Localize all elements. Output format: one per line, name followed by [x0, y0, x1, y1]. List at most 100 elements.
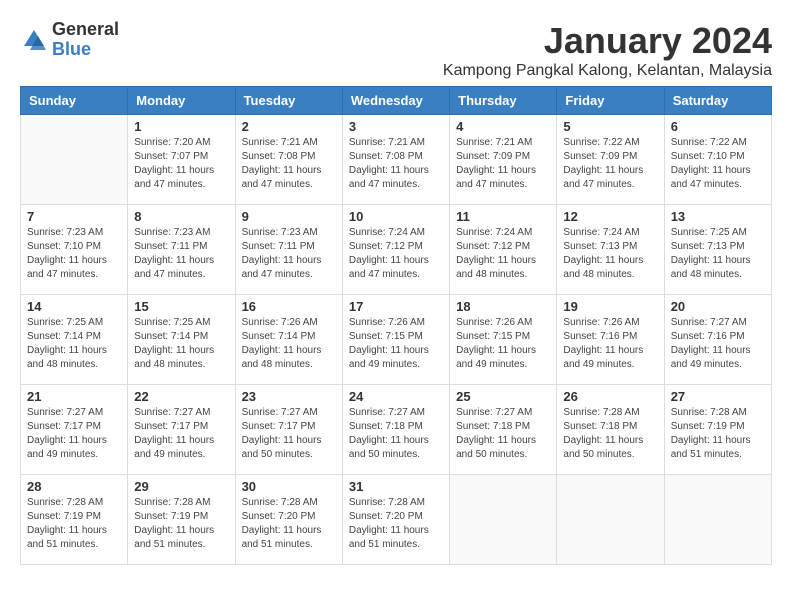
sunset-text: Sunset: 7:16 PM	[563, 331, 637, 342]
daylight-text: Daylight: 11 hours and 50 minutes.	[563, 435, 643, 460]
calendar-week-row: 28 Sunrise: 7:28 AM Sunset: 7:19 PM Dayl…	[21, 475, 772, 565]
header-friday: Friday	[557, 87, 664, 115]
daylight-text: Daylight: 11 hours and 51 minutes.	[134, 525, 214, 550]
daylight-text: Daylight: 11 hours and 49 minutes.	[349, 345, 429, 370]
day-info: Sunrise: 7:22 AM Sunset: 7:09 PM Dayligh…	[563, 136, 657, 192]
day-info: Sunrise: 7:20 AM Sunset: 7:07 PM Dayligh…	[134, 136, 228, 192]
table-row	[450, 475, 557, 565]
sunrise-text: Sunrise: 7:26 AM	[242, 317, 318, 328]
sunset-text: Sunset: 7:14 PM	[27, 331, 101, 342]
day-number: 19	[563, 299, 657, 314]
day-info: Sunrise: 7:25 AM Sunset: 7:14 PM Dayligh…	[27, 316, 121, 372]
day-info: Sunrise: 7:28 AM Sunset: 7:20 PM Dayligh…	[349, 496, 443, 552]
day-number: 26	[563, 389, 657, 404]
sunrise-text: Sunrise: 7:27 AM	[349, 407, 425, 418]
day-info: Sunrise: 7:23 AM Sunset: 7:11 PM Dayligh…	[242, 226, 336, 282]
table-row: 21 Sunrise: 7:27 AM Sunset: 7:17 PM Dayl…	[21, 385, 128, 475]
day-info: Sunrise: 7:23 AM Sunset: 7:10 PM Dayligh…	[27, 226, 121, 282]
daylight-text: Daylight: 11 hours and 49 minutes.	[134, 435, 214, 460]
day-number: 21	[27, 389, 121, 404]
daylight-text: Daylight: 11 hours and 47 minutes.	[134, 255, 214, 280]
weekday-header-row: Sunday Monday Tuesday Wednesday Thursday…	[21, 87, 772, 115]
daylight-text: Daylight: 11 hours and 48 minutes.	[563, 255, 643, 280]
day-info: Sunrise: 7:28 AM Sunset: 7:18 PM Dayligh…	[563, 406, 657, 462]
table-row: 2 Sunrise: 7:21 AM Sunset: 7:08 PM Dayli…	[235, 115, 342, 205]
daylight-text: Daylight: 11 hours and 48 minutes.	[456, 255, 536, 280]
sunrise-text: Sunrise: 7:23 AM	[242, 227, 318, 238]
sunrise-text: Sunrise: 7:24 AM	[563, 227, 639, 238]
sunset-text: Sunset: 7:15 PM	[349, 331, 423, 342]
sunset-text: Sunset: 7:12 PM	[456, 241, 530, 252]
sunset-text: Sunset: 7:11 PM	[242, 241, 315, 252]
sunrise-text: Sunrise: 7:28 AM	[349, 497, 425, 508]
daylight-text: Daylight: 11 hours and 47 minutes.	[27, 255, 107, 280]
daylight-text: Daylight: 11 hours and 49 minutes.	[456, 345, 536, 370]
day-info: Sunrise: 7:27 AM Sunset: 7:17 PM Dayligh…	[242, 406, 336, 462]
table-row: 23 Sunrise: 7:27 AM Sunset: 7:17 PM Dayl…	[235, 385, 342, 475]
table-row: 17 Sunrise: 7:26 AM Sunset: 7:15 PM Dayl…	[342, 295, 449, 385]
table-row	[557, 475, 664, 565]
page-header: General Blue January 2024 Kampong Pangka…	[20, 20, 772, 80]
table-row: 11 Sunrise: 7:24 AM Sunset: 7:12 PM Dayl…	[450, 205, 557, 295]
day-info: Sunrise: 7:22 AM Sunset: 7:10 PM Dayligh…	[671, 136, 765, 192]
sunset-text: Sunset: 7:15 PM	[456, 331, 530, 342]
sunset-text: Sunset: 7:20 PM	[242, 511, 316, 522]
day-number: 10	[349, 209, 443, 224]
logo-text: General Blue	[52, 20, 119, 60]
sunrise-text: Sunrise: 7:20 AM	[134, 137, 210, 148]
table-row: 31 Sunrise: 7:28 AM Sunset: 7:20 PM Dayl…	[342, 475, 449, 565]
sunset-text: Sunset: 7:16 PM	[671, 331, 745, 342]
day-number: 27	[671, 389, 765, 404]
daylight-text: Daylight: 11 hours and 47 minutes.	[242, 255, 322, 280]
daylight-text: Daylight: 11 hours and 47 minutes.	[349, 255, 429, 280]
table-row	[21, 115, 128, 205]
sunset-text: Sunset: 7:18 PM	[563, 421, 637, 432]
sunrise-text: Sunrise: 7:23 AM	[134, 227, 210, 238]
sunrise-text: Sunrise: 7:28 AM	[671, 407, 747, 418]
table-row: 29 Sunrise: 7:28 AM Sunset: 7:19 PM Dayl…	[128, 475, 235, 565]
sunrise-text: Sunrise: 7:27 AM	[456, 407, 532, 418]
day-number: 1	[134, 119, 228, 134]
day-info: Sunrise: 7:27 AM Sunset: 7:18 PM Dayligh…	[456, 406, 550, 462]
day-number: 24	[349, 389, 443, 404]
day-info: Sunrise: 7:27 AM Sunset: 7:16 PM Dayligh…	[671, 316, 765, 372]
day-number: 17	[349, 299, 443, 314]
day-number: 14	[27, 299, 121, 314]
sunrise-text: Sunrise: 7:28 AM	[134, 497, 210, 508]
sunset-text: Sunset: 7:10 PM	[27, 241, 101, 252]
header-monday: Monday	[128, 87, 235, 115]
day-number: 31	[349, 479, 443, 494]
sunset-text: Sunset: 7:14 PM	[134, 331, 208, 342]
sunset-text: Sunset: 7:09 PM	[563, 151, 637, 162]
sunset-text: Sunset: 7:08 PM	[349, 151, 423, 162]
day-info: Sunrise: 7:28 AM Sunset: 7:19 PM Dayligh…	[671, 406, 765, 462]
day-info: Sunrise: 7:26 AM Sunset: 7:15 PM Dayligh…	[349, 316, 443, 372]
sunrise-text: Sunrise: 7:24 AM	[349, 227, 425, 238]
day-info: Sunrise: 7:28 AM Sunset: 7:20 PM Dayligh…	[242, 496, 336, 552]
day-info: Sunrise: 7:27 AM Sunset: 7:18 PM Dayligh…	[349, 406, 443, 462]
day-info: Sunrise: 7:28 AM Sunset: 7:19 PM Dayligh…	[134, 496, 228, 552]
day-info: Sunrise: 7:21 AM Sunset: 7:09 PM Dayligh…	[456, 136, 550, 192]
sunrise-text: Sunrise: 7:25 AM	[671, 227, 747, 238]
day-number: 6	[671, 119, 765, 134]
day-info: Sunrise: 7:25 AM Sunset: 7:14 PM Dayligh…	[134, 316, 228, 372]
daylight-text: Daylight: 11 hours and 49 minutes.	[27, 435, 107, 460]
sunset-text: Sunset: 7:17 PM	[134, 421, 208, 432]
day-number: 7	[27, 209, 121, 224]
day-number: 29	[134, 479, 228, 494]
calendar-week-row: 14 Sunrise: 7:25 AM Sunset: 7:14 PM Dayl…	[21, 295, 772, 385]
sunset-text: Sunset: 7:19 PM	[671, 421, 745, 432]
day-info: Sunrise: 7:26 AM Sunset: 7:16 PM Dayligh…	[563, 316, 657, 372]
month-title: January 2024	[443, 20, 772, 62]
day-number: 30	[242, 479, 336, 494]
sunrise-text: Sunrise: 7:27 AM	[242, 407, 318, 418]
sunset-text: Sunset: 7:14 PM	[242, 331, 316, 342]
table-row: 10 Sunrise: 7:24 AM Sunset: 7:12 PM Dayl…	[342, 205, 449, 295]
sunrise-text: Sunrise: 7:27 AM	[134, 407, 210, 418]
daylight-text: Daylight: 11 hours and 51 minutes.	[671, 435, 751, 460]
daylight-text: Daylight: 11 hours and 50 minutes.	[456, 435, 536, 460]
day-number: 4	[456, 119, 550, 134]
sunset-text: Sunset: 7:19 PM	[27, 511, 101, 522]
title-section: January 2024 Kampong Pangkal Kalong, Kel…	[443, 20, 772, 80]
sunrise-text: Sunrise: 7:23 AM	[27, 227, 103, 238]
